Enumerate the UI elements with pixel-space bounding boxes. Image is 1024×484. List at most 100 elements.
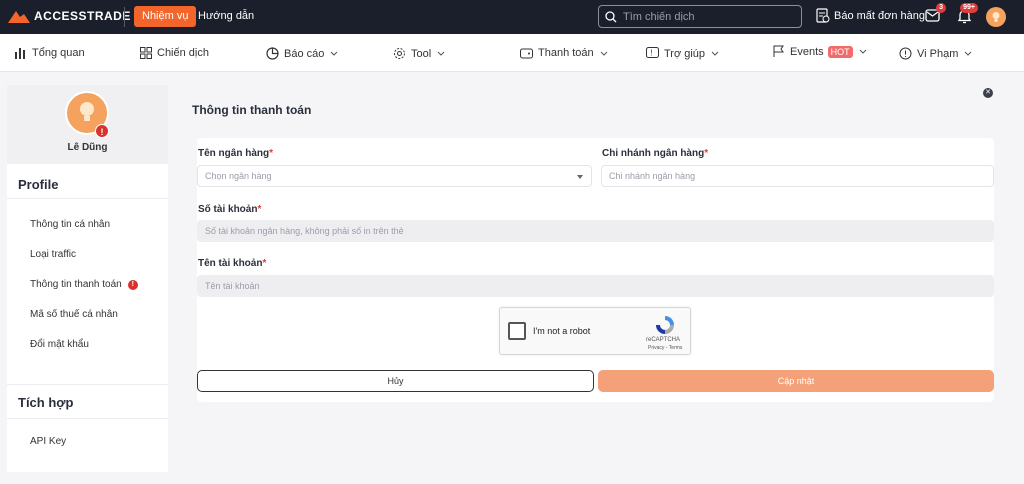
flag-icon [773, 45, 784, 57]
brand-name: ACCESSTRADE [34, 9, 131, 23]
account-name-input[interactable]: Tên tài khoản [197, 275, 994, 297]
branch-input[interactable]: Chi nhánh ngân hàng [601, 165, 994, 187]
secondary-nav: Tổng quan Chiến dịch Báo cáo Tool Thanh … [0, 34, 1024, 72]
user-name: Lê Dũng [67, 142, 108, 153]
integration-section-title: Tích hợp [18, 395, 74, 410]
sidebar-item-label: Mã số thuế cá nhân [30, 309, 118, 320]
user-avatar[interactable] [986, 7, 1006, 27]
nav-overview-label: Tổng quan [32, 47, 85, 59]
nav-help[interactable]: ! Trợ giúp [646, 47, 719, 60]
svg-text:!: ! [651, 49, 653, 58]
top-bar: ACCESSTRADE Nhiệm vụ Hướng dẫn Báo mất đ… [0, 0, 1024, 34]
account-name-label: Tên tài khoản* [198, 258, 266, 269]
sidebar-item-label: Loại traffic [30, 249, 76, 260]
sidebar-item-payment-info[interactable]: Thông tin thanh toán! [30, 279, 138, 290]
branch-label-text: Chi nhánh ngân hàng [602, 148, 705, 159]
mail-button[interactable]: 3 [925, 3, 946, 26]
nav-guide-link[interactable]: Hướng dẫn [198, 10, 254, 22]
lightbulb-icon [992, 12, 1000, 22]
gear-icon [394, 48, 405, 59]
grid-icon [140, 47, 152, 59]
report-lost-order-button[interactable]: Báo mất đơn hàng [816, 8, 925, 24]
brand-logo[interactable]: ACCESSTRADE [8, 9, 131, 23]
recaptcha-checkbox[interactable] [508, 322, 526, 340]
recaptcha-logo-icon [656, 316, 674, 334]
update-button[interactable]: Cập nhật [598, 370, 994, 392]
chevron-down-icon [331, 51, 338, 56]
chevron-down-icon [437, 51, 445, 56]
sidebar-item-personal-info[interactable]: Thông tin cá nhân [30, 219, 110, 230]
close-icon[interactable]: ✕ [983, 88, 993, 98]
report-icon [816, 8, 830, 23]
divider [7, 384, 168, 385]
recaptcha-widget: I'm not a robot reCAPTCHA Privacy - Term… [499, 307, 691, 355]
nav-violations-label: Vi Phạm [917, 47, 959, 60]
lightbulb-icon [80, 102, 94, 121]
profile-header: ! Lê Dũng [7, 85, 168, 164]
page-title: Thông tin thanh toán [192, 103, 312, 117]
bank-name-label-text: Tên ngân hàng [198, 148, 270, 159]
bar-chart-icon [15, 47, 25, 59]
notification-badge: 99+ [960, 3, 978, 13]
alert-icon: ! [127, 279, 138, 290]
help-icon: ! [646, 47, 659, 58]
required-mark: * [269, 148, 274, 159]
nav-campaigns[interactable]: Chiến dịch [140, 47, 209, 59]
nav-reports-label: Báo cáo [284, 47, 325, 60]
nav-help-label: Trợ giúp [664, 47, 706, 60]
sidebar-item-tax-code[interactable]: Mã số thuế cá nhân [30, 309, 118, 320]
account-number-input[interactable]: Số tài khoản ngân hàng, không phải số in… [197, 220, 994, 242]
nav-tool[interactable]: Tool [393, 47, 445, 60]
divider [7, 198, 168, 199]
divider [7, 418, 168, 419]
profile-section-title: Profile [18, 177, 59, 192]
sidebar-item-label: API Key [30, 436, 67, 447]
nav-violations[interactable]: Vi Phạm [899, 47, 972, 60]
chevron-down-icon [711, 51, 719, 56]
account-name-label-text: Tên tài khoản [198, 258, 263, 269]
nav-tasks-button[interactable]: Nhiệm vụ [134, 6, 197, 27]
account-number-placeholder: Số tài khoản ngân hàng, không phải số in… [205, 226, 404, 236]
nav-events[interactable]: Events HOT [773, 45, 867, 58]
search-icon [605, 10, 617, 22]
wallet-icon [520, 48, 533, 59]
caret-down-icon [577, 175, 583, 179]
bank-select[interactable]: Chọn ngân hàng [197, 165, 592, 187]
cancel-button[interactable]: Hủy [197, 370, 594, 392]
recaptcha-brand: reCAPTCHA [646, 337, 681, 343]
search-input[interactable] [623, 10, 793, 23]
nav-overview[interactable]: Tổng quan [15, 47, 85, 59]
report-label: Báo mất đơn hàng [834, 10, 925, 22]
sidebar-item-change-password[interactable]: Đổi mật khẩu [30, 339, 89, 350]
sidebar-item-label: Thông tin thanh toán [30, 279, 122, 290]
nav-events-label: Events [790, 45, 824, 58]
sidebar-item-label: Đổi mật khẩu [30, 339, 89, 350]
sidebar-item-label: Thông tin cá nhân [30, 219, 111, 230]
recaptcha-links[interactable]: Privacy - Terms [648, 345, 682, 351]
account-name-placeholder: Tên tài khoản [205, 281, 260, 291]
chevron-down-icon [859, 49, 866, 54]
nav-payment[interactable]: Thanh toán [520, 47, 608, 59]
pie-chart-icon [266, 47, 279, 60]
chevron-down-icon [965, 51, 972, 56]
bank-select-placeholder: Chọn ngân hàng [205, 171, 272, 181]
bank-name-label: Tên ngân hàng* [198, 148, 273, 159]
recaptcha-label: I'm not a robot [533, 326, 591, 336]
profile-alert-icon: ! [95, 124, 109, 138]
mail-badge: 3 [936, 3, 946, 13]
campaign-search[interactable] [598, 5, 802, 28]
required-mark: * [257, 204, 262, 215]
hot-badge: HOT [827, 45, 853, 58]
notification-button[interactable]: 99+ [957, 3, 978, 27]
sidebar-item-api-key[interactable]: API Key [30, 436, 66, 447]
nav-reports[interactable]: Báo cáo [266, 47, 338, 60]
required-mark: * [704, 148, 709, 159]
profile-sidebar: ! Lê Dũng Profile Thông tin cá nhân Loại… [7, 85, 168, 472]
nav-tool-label: Tool [411, 47, 432, 60]
account-number-label-text: Số tài khoản [198, 204, 258, 215]
required-mark: * [262, 258, 267, 269]
sidebar-item-traffic-type[interactable]: Loại traffic [30, 249, 76, 260]
chevron-down-icon [600, 51, 608, 56]
logo-mark-icon [8, 11, 30, 23]
divider [124, 7, 125, 27]
